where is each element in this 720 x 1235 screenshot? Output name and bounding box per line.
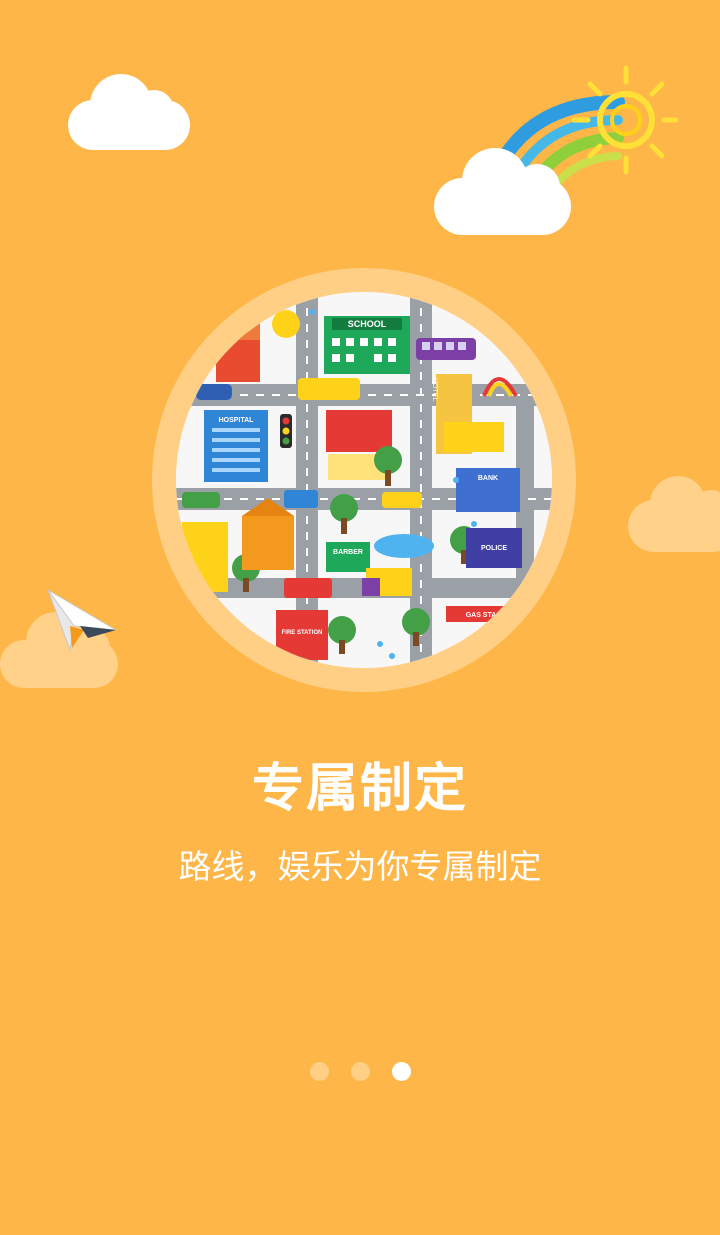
bank-label: BANK xyxy=(478,475,498,482)
cloud-decoration-top-left xyxy=(68,74,190,150)
slide-title: 专属制定 xyxy=(251,759,468,819)
school-label: SCHOOL xyxy=(348,319,387,329)
police-label: POLICE xyxy=(481,545,507,552)
hospital-label: HOSPITAL xyxy=(219,417,255,424)
slide-subtitle: 路线，娱乐为你专属制定 xyxy=(178,847,542,886)
page-dot-3-active[interactable] xyxy=(391,1062,411,1081)
cloud-decoration-top-right xyxy=(434,148,571,235)
fire-station-label: FIRE STATION xyxy=(282,630,323,636)
gas-station-label: GAS STA xyxy=(466,612,497,619)
city-map-illustration: SCHOOL HOSPITAL HOTEL BANK BARBER POLICE… xyxy=(176,292,552,668)
page-dot-2[interactable] xyxy=(350,1062,370,1081)
hotel-label: HOTEL xyxy=(431,378,438,401)
barber-label: BARBER xyxy=(333,549,363,556)
paper-plane-icon xyxy=(47,589,117,652)
page-dot-1[interactable] xyxy=(309,1062,329,1081)
cloud-decoration-right xyxy=(628,476,720,552)
page-indicator xyxy=(0,1062,720,1082)
